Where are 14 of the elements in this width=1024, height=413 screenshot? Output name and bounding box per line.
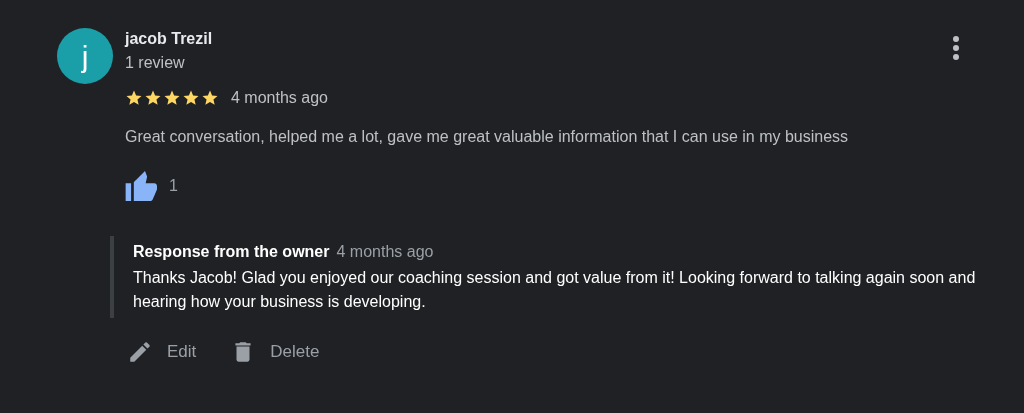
response-text: Thanks Jacob! Glad you enjoyed our coaching session and got value from it! Looking forward to talking again soon and hearing how your business is developing. xyxy=(133,268,977,312)
edit-button[interactable]: Edit xyxy=(127,338,197,366)
author-name[interactable]: jacob Trezil xyxy=(125,29,1005,49)
response-time: 4 months ago xyxy=(336,242,434,262)
more-options-icon[interactable] xyxy=(950,35,962,61)
review-count: 1 review xyxy=(125,53,186,73)
avatar[interactable]: j xyxy=(57,28,113,84)
pencil-icon xyxy=(127,339,153,365)
review-text: Great conversation, helped me a lot, gave me great valuable information that I can use in my business xyxy=(125,127,850,147)
response-title: Response from the owner xyxy=(133,242,330,262)
review-time: 4 months ago xyxy=(231,88,328,108)
delete-button[interactable]: Delete xyxy=(230,338,320,366)
thumbs-up-icon[interactable] xyxy=(125,171,159,201)
like-count: 1 xyxy=(169,176,178,196)
